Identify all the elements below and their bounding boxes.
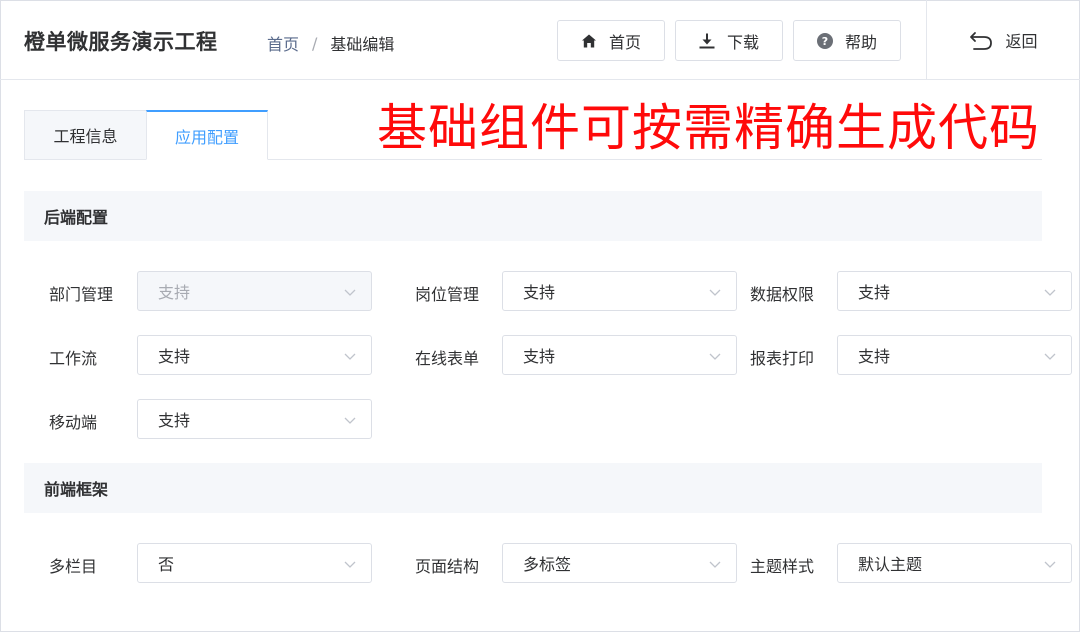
select-dept[interactable]: 支持	[137, 271, 372, 311]
chevron-down-icon	[709, 289, 721, 296]
back-button[interactable]: 返回	[926, 0, 1080, 80]
field-label-workflow: 工作流	[49, 349, 98, 368]
chevron-down-icon	[344, 417, 356, 424]
select-data-perm[interactable]: 支持	[837, 271, 1072, 311]
select-data-perm-value: 支持	[858, 283, 891, 302]
field-label-post: 岗位管理	[415, 285, 480, 304]
help-circle-icon: ?	[816, 32, 833, 49]
help-button-label: 帮助	[844, 32, 877, 52]
section-frontend-header: 前端框架	[24, 463, 1042, 513]
field-label-dept: 部门管理	[49, 285, 114, 304]
chevron-down-icon	[1044, 289, 1056, 296]
select-page-structure[interactable]: 多标签	[502, 543, 737, 583]
chevron-down-icon	[709, 353, 721, 360]
select-online-form-value: 支持	[523, 347, 556, 366]
select-mobile[interactable]: 支持	[137, 399, 372, 439]
field-label-mobile: 移动端	[49, 413, 98, 432]
top-header: 橙单微服务演示工程 首页 / 基础编辑 首页 下载 ? 帮助 返回	[0, 0, 1080, 80]
download-button-label: 下载	[726, 32, 759, 52]
home-button-label: 首页	[608, 32, 641, 52]
select-multi-column[interactable]: 否	[137, 543, 372, 583]
chevron-down-icon	[344, 561, 356, 568]
chevron-down-icon	[709, 561, 721, 568]
chevron-down-icon	[344, 289, 356, 296]
select-post[interactable]: 支持	[502, 271, 737, 311]
select-workflow[interactable]: 支持	[137, 335, 372, 375]
svg-text:?: ?	[822, 35, 828, 48]
field-label-page-structure: 页面结构	[415, 557, 480, 576]
field-label-data-perm: 数据权限	[750, 285, 815, 304]
back-arrow-icon	[970, 32, 993, 50]
breadcrumb-separator: /	[312, 33, 318, 53]
help-button[interactable]: ? 帮助	[793, 20, 901, 61]
select-report-print[interactable]: 支持	[837, 335, 1072, 375]
select-online-form[interactable]: 支持	[502, 335, 737, 375]
section-backend-header: 后端配置	[24, 191, 1042, 241]
home-button[interactable]: 首页	[557, 20, 665, 61]
app-title: 橙单微服务演示工程	[24, 30, 218, 54]
chevron-down-icon	[1044, 561, 1056, 568]
breadcrumb-current: 基础编辑	[330, 35, 395, 54]
download-button[interactable]: 下载	[675, 20, 783, 61]
select-post-value: 支持	[523, 283, 556, 302]
field-label-theme: 主题样式	[750, 557, 815, 576]
back-button-label: 返回	[1005, 32, 1038, 51]
breadcrumb-home-link[interactable]: 首页	[267, 31, 299, 55]
download-icon	[699, 33, 715, 48]
home-icon	[581, 34, 596, 47]
select-multi-column-value: 否	[158, 555, 175, 574]
tab-bar: 工程信息 应用配置	[24, 110, 268, 160]
overlay-caption: 基础组件可按需精确生成代码	[377, 99, 1040, 157]
field-label-report-print: 报表打印	[750, 349, 815, 368]
select-report-print-value: 支持	[858, 347, 891, 366]
select-theme-value: 默认主题	[858, 555, 923, 574]
field-label-online-form: 在线表单	[415, 349, 480, 368]
tab-project-info[interactable]: 工程信息	[24, 110, 146, 160]
breadcrumb: 首页 / 基础编辑	[267, 31, 394, 55]
select-page-structure-value: 多标签	[523, 555, 572, 574]
chevron-down-icon	[1044, 353, 1056, 360]
chevron-down-icon	[344, 353, 356, 360]
select-workflow-value: 支持	[158, 347, 191, 366]
select-mobile-value: 支持	[158, 411, 191, 430]
select-theme[interactable]: 默认主题	[837, 543, 1072, 583]
field-label-multi-column: 多栏目	[49, 557, 98, 576]
select-dept-value: 支持	[158, 283, 191, 302]
tab-app-config[interactable]: 应用配置	[146, 110, 268, 160]
